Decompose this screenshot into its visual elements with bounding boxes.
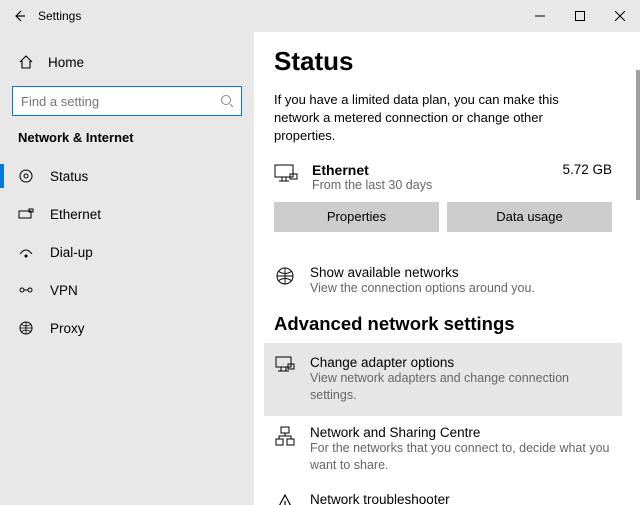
search-box[interactable] (12, 86, 242, 116)
nav-item-proxy[interactable]: Proxy (0, 309, 254, 347)
minimize-icon (535, 11, 545, 21)
back-button[interactable] (0, 0, 38, 32)
home-label: Home (48, 55, 84, 70)
close-button[interactable] (600, 0, 640, 32)
network-name: Ethernet (312, 162, 562, 178)
maximize-button[interactable] (560, 0, 600, 32)
home-button[interactable]: Home (0, 44, 254, 80)
dialup-icon (18, 244, 34, 260)
warning-icon (275, 493, 295, 505)
window-title: Settings (38, 9, 81, 23)
sharing-centre-option[interactable]: Network and Sharing Centre For the netwo… (274, 416, 612, 483)
nav-item-status[interactable]: Status (0, 157, 254, 195)
option-sub: View the connection options around you. (310, 280, 612, 297)
nav-label: Status (50, 169, 88, 184)
troubleshooter-option[interactable]: Network troubleshooter Diagnose and fix … (274, 483, 612, 505)
scrollbar[interactable] (636, 32, 640, 505)
status-icon (18, 168, 34, 184)
ethernet-icon (18, 206, 34, 222)
change-adapter-option[interactable]: Change adapter options View network adap… (264, 343, 622, 416)
proxy-icon (18, 320, 34, 336)
minimize-button[interactable] (520, 0, 560, 32)
main-content: Status If you have a limited data plan, … (254, 32, 640, 505)
option-sub: View network adapters and change connect… (310, 370, 612, 404)
monitor-icon (275, 356, 295, 374)
scroll-thumb[interactable] (636, 70, 640, 200)
nav-item-dialup[interactable]: Dial-up (0, 233, 254, 271)
data-usage-button[interactable]: Data usage (447, 202, 612, 232)
vpn-icon (18, 282, 34, 298)
properties-button[interactable]: Properties (274, 202, 439, 232)
network-sub: From the last 30 days (312, 178, 562, 192)
advanced-section-title: Advanced network settings (274, 313, 612, 335)
option-title: Change adapter options (310, 355, 612, 370)
monitor-icon (274, 164, 298, 186)
maximize-icon (575, 11, 585, 21)
globe-icon (275, 266, 295, 286)
network-share-icon (275, 426, 295, 446)
nav-label: Proxy (50, 321, 85, 336)
option-title: Show available networks (310, 265, 612, 280)
sidebar: Home Network & Internet Status Ethernet (0, 32, 254, 505)
page-title: Status (274, 46, 612, 77)
category-title: Network & Internet (0, 128, 254, 157)
search-icon (220, 94, 234, 108)
network-summary: Ethernet From the last 30 days 5.72 GB (274, 162, 612, 192)
close-icon (615, 11, 625, 21)
option-title: Network troubleshooter (310, 492, 612, 505)
page-description: If you have a limited data plan, you can… (274, 91, 584, 146)
option-title: Network and Sharing Centre (310, 425, 612, 440)
show-networks-option[interactable]: Show available networks View the connect… (274, 256, 612, 306)
titlebar: Settings (0, 0, 640, 32)
option-sub: For the networks that you connect to, de… (310, 440, 612, 474)
search-input[interactable] (12, 86, 242, 116)
home-icon (18, 54, 34, 70)
arrow-left-icon (12, 9, 26, 23)
nav-label: VPN (50, 283, 78, 298)
nav-item-vpn[interactable]: VPN (0, 271, 254, 309)
nav-item-ethernet[interactable]: Ethernet (0, 195, 254, 233)
nav-label: Dial-up (50, 245, 93, 260)
network-size: 5.72 GB (562, 162, 612, 177)
nav-label: Ethernet (50, 207, 101, 222)
